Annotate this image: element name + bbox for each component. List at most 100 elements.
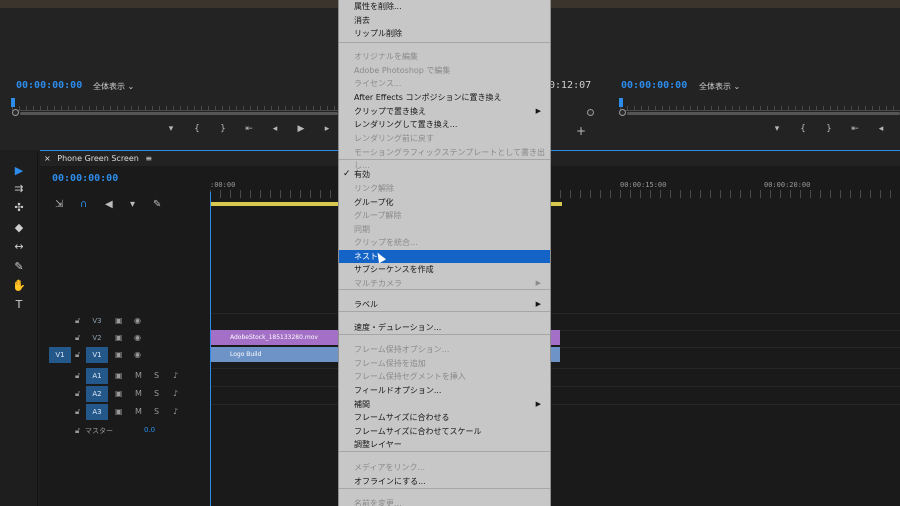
go-to-in-icon[interactable]: ⇤ xyxy=(842,124,868,134)
source-fit-dropdown[interactable]: 全体表示 ⌄ xyxy=(93,81,134,92)
add-button-icon[interactable]: + xyxy=(568,124,594,138)
mic-icon[interactable]: ♪ xyxy=(173,386,178,402)
source-zoom-handle-left[interactable] xyxy=(12,109,19,116)
close-icon[interactable]: × xyxy=(44,154,51,163)
snap-icon[interactable]: ∩ xyxy=(80,199,87,210)
add-marker-icon[interactable]: ▾ xyxy=(158,124,184,134)
program-timecode[interactable]: 00:00:00:00 xyxy=(621,80,687,91)
lock-icon[interactable]: 🔓︎ xyxy=(75,313,80,329)
add-marker-icon[interactable]: ▾ xyxy=(764,124,790,134)
slip-tool-icon[interactable]: ↔ xyxy=(11,239,27,255)
menu-item[interactable]: 補間 ▶ xyxy=(339,398,550,412)
sync-lock-icon[interactable]: ▣ xyxy=(115,404,123,420)
menu-item[interactable]: 消去 xyxy=(339,14,550,28)
lock-icon[interactable]: 🔓︎ xyxy=(75,347,80,363)
lock-icon[interactable]: 🔓︎ xyxy=(75,386,80,402)
menu-item[interactable]: サブシーケンスを作成 xyxy=(339,263,550,277)
program-fit-dropdown[interactable]: 全体表示 ⌄ xyxy=(699,81,740,92)
mark-out-icon[interactable]: } xyxy=(210,124,236,134)
panel-menu-icon[interactable]: ≡ xyxy=(145,154,152,163)
menu-item[interactable]: オフラインにする... xyxy=(339,475,550,489)
lock-icon[interactable]: 🔓︎ xyxy=(75,404,80,420)
lock-icon[interactable]: 🔓︎ xyxy=(75,368,80,384)
lock-icon[interactable]: 🔓︎ xyxy=(75,330,80,346)
hand-tool-icon[interactable]: ✋ xyxy=(11,278,27,294)
track-area-a1[interactable] xyxy=(210,368,900,385)
mic-icon[interactable]: ♪ xyxy=(173,404,178,420)
eye-icon[interactable]: ◉ xyxy=(134,347,141,363)
menu-item[interactable]: ✓ 有効 xyxy=(339,168,550,182)
tab-sequence[interactable]: × Phone Green Screen ≡ xyxy=(44,154,152,163)
track-target-v2[interactable]: V2 xyxy=(86,330,108,346)
solo-button[interactable]: S xyxy=(154,404,159,420)
step-forward-icon[interactable]: ▸ xyxy=(314,124,340,134)
track-target-v3[interactable]: V3 xyxy=(86,313,108,329)
source-patch-v1[interactable]: V1 xyxy=(49,347,71,363)
type-tool-icon[interactable]: T xyxy=(11,297,27,313)
program-zoom-scrollbar[interactable] xyxy=(627,112,900,115)
menu-item[interactable]: グループ化 xyxy=(339,196,550,210)
wrench-icon[interactable]: ✎ xyxy=(153,199,161,210)
track-area-a3[interactable] xyxy=(210,404,900,421)
ripple-edit-tool-icon[interactable]: ✣ xyxy=(11,200,27,216)
menu-item[interactable]: ラベル ▶ xyxy=(339,298,550,312)
timeline-playhead[interactable] xyxy=(210,192,211,506)
menu-item[interactable]: フレームサイズに合わせる xyxy=(339,411,550,425)
track-area-v3[interactable] xyxy=(210,313,900,330)
razor-tool-icon[interactable]: ◆ xyxy=(11,220,27,236)
track-select-tool-icon[interactable]: ⇉ xyxy=(11,181,27,197)
step-back-icon[interactable]: ◂ xyxy=(262,124,288,134)
menu-item[interactable]: リップル削除 xyxy=(339,27,550,41)
track-area-a2[interactable] xyxy=(210,386,900,403)
solo-button[interactable]: S xyxy=(154,386,159,402)
mute-button[interactable]: M xyxy=(135,404,142,420)
menu-item[interactable]: フィールドオプション... xyxy=(339,384,550,398)
mute-button[interactable]: M xyxy=(135,368,142,384)
sync-lock-icon[interactable]: ▣ xyxy=(115,330,123,346)
menu-item[interactable]: レンダリングして置き換え... xyxy=(339,118,550,132)
eye-icon[interactable]: ◉ xyxy=(134,330,141,346)
track-target-a2[interactable]: A2 xyxy=(86,386,108,402)
program-mini-timeline[interactable] xyxy=(620,97,900,111)
track-target-a3[interactable]: A3 xyxy=(86,404,108,420)
selection-tool-icon[interactable]: ▶ xyxy=(11,163,27,179)
menu-item[interactable]: 調整レイヤー xyxy=(339,438,550,452)
nest-toggle-icon[interactable]: ⇲ xyxy=(55,199,63,210)
menu-item[interactable]: After Effects コンポジションに置き換え xyxy=(339,91,550,105)
mark-in-icon[interactable]: { xyxy=(184,124,210,134)
program-zoom-handle-left[interactable] xyxy=(619,109,626,116)
source-playhead[interactable] xyxy=(11,98,15,107)
pen-tool-icon[interactable]: ✎ xyxy=(11,259,27,275)
program-zoom-handle-right[interactable] xyxy=(587,109,594,116)
sync-lock-icon[interactable]: ▣ xyxy=(115,347,123,363)
source-timecode[interactable]: 00:00:00:00 xyxy=(16,80,82,91)
mute-button[interactable]: M xyxy=(135,386,142,402)
mark-in-icon[interactable]: { xyxy=(790,124,816,134)
sync-lock-icon[interactable]: ▣ xyxy=(115,386,123,402)
source-zoom-scrollbar[interactable] xyxy=(20,112,338,115)
menu-item[interactable]: クリップで置き換え ▶ xyxy=(339,105,550,119)
mic-icon[interactable]: ♪ xyxy=(173,368,178,384)
time-ruler[interactable] xyxy=(210,190,900,198)
source-mini-timeline[interactable] xyxy=(12,97,338,111)
program-playhead[interactable] xyxy=(619,98,623,107)
menu-item[interactable]: 属性を削除... xyxy=(339,0,550,14)
eye-icon[interactable]: ◉ xyxy=(134,313,141,329)
linked-selection-icon[interactable]: ◀ xyxy=(105,199,113,210)
master-volume-value[interactable]: 0.0 xyxy=(144,426,155,434)
menu-item[interactable]: フレームサイズに合わせてスケール xyxy=(339,425,550,439)
timeline-timecode[interactable]: 00:00:00:00 xyxy=(52,173,118,184)
menu-item[interactable]: 速度・デュレーション... xyxy=(339,321,550,335)
sync-lock-icon[interactable]: ▣ xyxy=(115,368,123,384)
mark-out-icon[interactable]: } xyxy=(816,124,842,134)
track-target-a1[interactable]: A1 xyxy=(86,368,108,384)
add-marker-icon[interactable]: ▾ xyxy=(130,199,135,210)
go-to-in-icon[interactable]: ⇤ xyxy=(236,124,262,134)
sync-lock-icon[interactable]: ▣ xyxy=(115,313,123,329)
play-icon[interactable]: ▶ xyxy=(288,124,314,134)
track-target-v1[interactable]: V1 xyxy=(86,347,108,363)
lock-icon[interactable]: 🔓︎ xyxy=(75,423,80,439)
step-back-icon[interactable]: ◂ xyxy=(868,124,894,134)
menu-item[interactable]: ネスト... xyxy=(339,249,550,263)
solo-button[interactable]: S xyxy=(154,368,159,384)
